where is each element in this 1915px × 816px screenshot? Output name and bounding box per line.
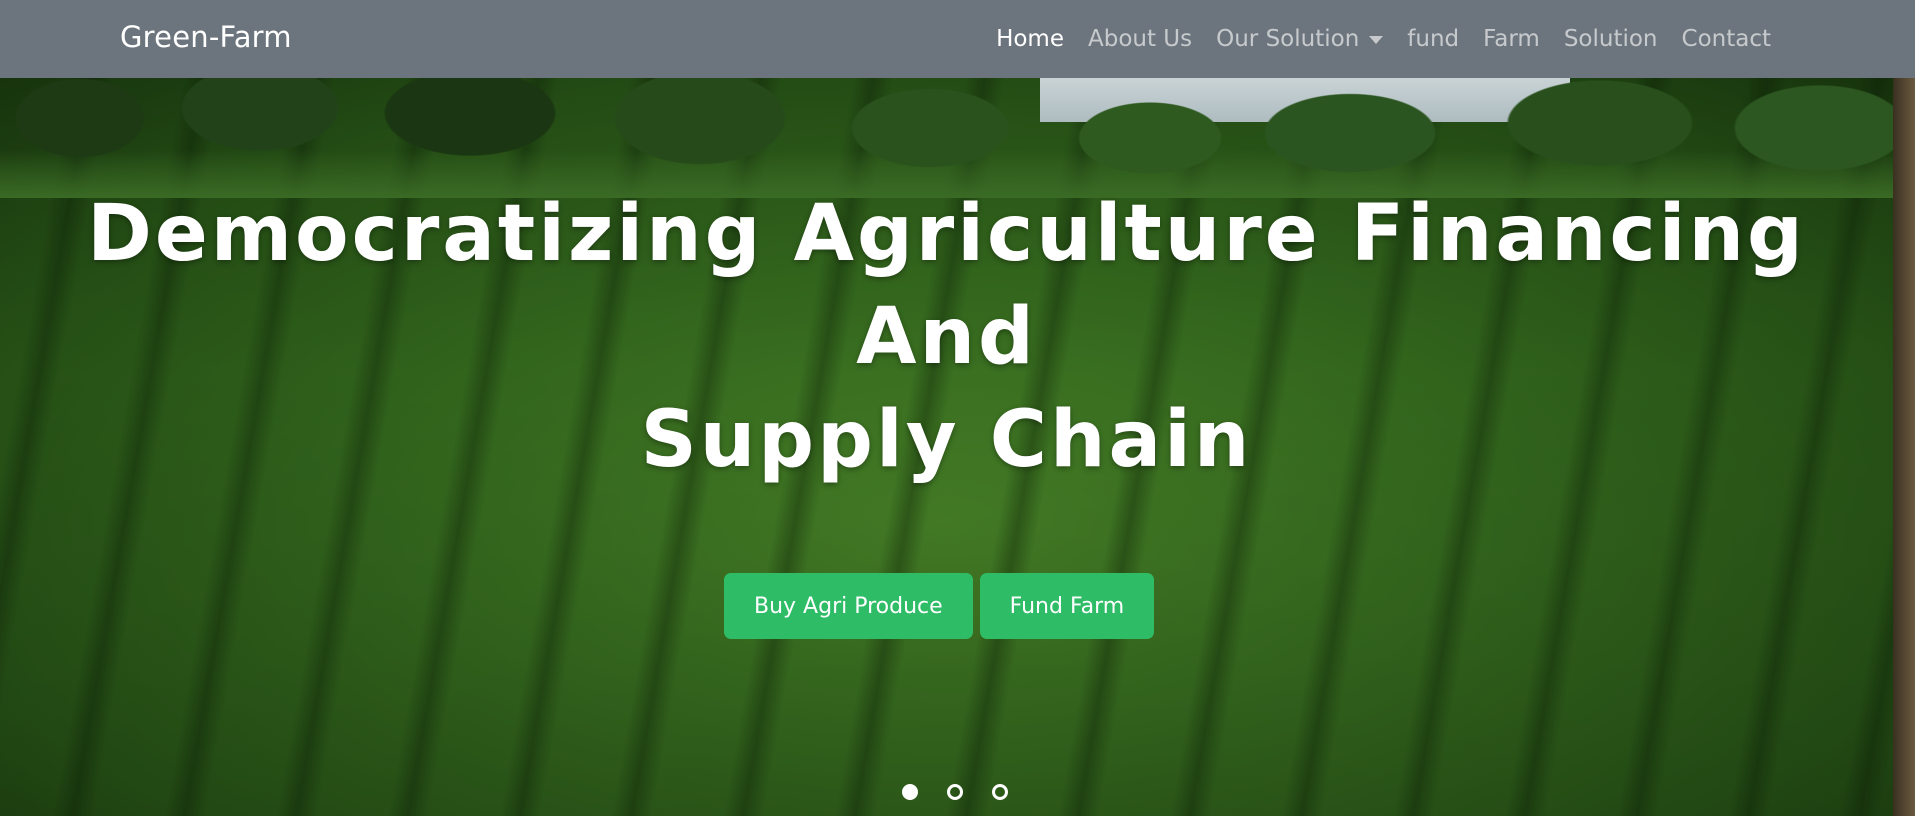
hero-cta-group: Buy Agri Produce Fund Farm	[724, 573, 1155, 639]
hero-headline-line-3: Supply Chain	[640, 395, 1253, 485]
buy-agri-produce-button[interactable]: Buy Agri Produce	[724, 573, 973, 639]
nav-item-our-solution[interactable]: Our Solution	[1204, 26, 1395, 52]
hero-headline-line-1: Democratizing Agriculture Financing	[87, 189, 1806, 279]
navbar: Green-Farm Home About Us Our Solution fu…	[0, 0, 1915, 78]
nav-item-home[interactable]: Home	[984, 26, 1076, 52]
nav-item-farm[interactable]: Farm	[1471, 26, 1552, 52]
nav-item-solution[interactable]: Solution	[1552, 26, 1670, 52]
carousel-indicator-1[interactable]	[902, 784, 918, 800]
carousel-indicator-2[interactable]	[947, 784, 963, 800]
hero-background-treeline	[0, 78, 1893, 198]
carousel-indicator-3[interactable]	[992, 784, 1008, 800]
nav-links: Home About Us Our Solution fund Farm Sol…	[984, 0, 1783, 78]
nav-item-about-us[interactable]: About Us	[1076, 26, 1204, 52]
nav-item-our-solution-label: Our Solution	[1216, 26, 1360, 52]
hero-headline-line-2: And	[856, 292, 1037, 382]
fund-farm-button[interactable]: Fund Farm	[979, 573, 1155, 639]
hero-headline: Democratizing Agriculture Financing And …	[0, 183, 1893, 492]
nav-item-contact[interactable]: Contact	[1670, 26, 1783, 52]
nav-item-fund[interactable]: fund	[1395, 26, 1471, 52]
brand-logo[interactable]: Green-Farm	[120, 20, 292, 54]
carousel-next-slide-edge	[1893, 78, 1915, 816]
chevron-down-icon	[1369, 36, 1384, 44]
carousel-indicators	[902, 784, 1008, 800]
